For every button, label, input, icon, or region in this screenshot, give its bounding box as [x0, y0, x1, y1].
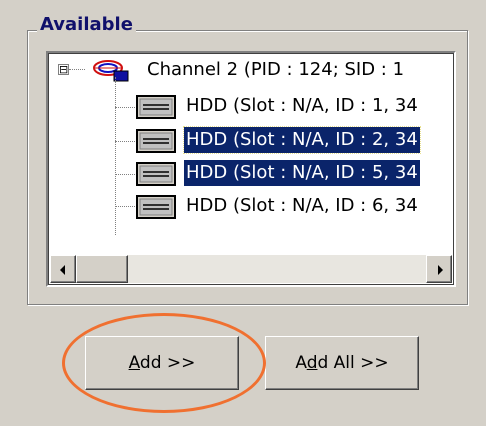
group-title: Available — [37, 14, 136, 36]
arrow-left-icon — [60, 265, 65, 275]
scroll-right-button[interactable] — [426, 255, 452, 283]
tree-item-label: HDD (Slot : N/A, ID : 2, 34 — [183, 126, 421, 154]
add-all-button-label-pre: A — [295, 353, 307, 373]
tree-content: ⊟ Channel 2 (PID : 124; SID : 1 HDD (Slo… — [48, 53, 454, 253]
tree-connector — [115, 141, 135, 142]
add-button[interactable]: Add >> — [85, 336, 239, 390]
hard-drive-icon — [136, 195, 176, 219]
tree-item-label: HDD (Slot : N/A, ID : 1, 34 — [186, 95, 418, 116]
tree-connector — [115, 174, 135, 175]
add-button-accelerator: A — [128, 353, 140, 373]
tree-item-hdd-1[interactable]: HDD (Slot : N/A, ID : 1, 34 — [136, 91, 454, 123]
hard-drive-icon — [136, 129, 176, 153]
channel-tree-view[interactable]: ⊟ Channel 2 (PID : 124; SID : 1 HDD (Slo… — [46, 51, 456, 287]
tree-branch-line — [115, 77, 116, 235]
tree-item-label: HDD (Slot : N/A, ID : 6, 34 — [186, 195, 418, 216]
add-all-button-label: d All >> — [317, 353, 389, 373]
tree-item-hdd-2[interactable]: HDD (Slot : N/A, ID : 2, 34 — [136, 125, 454, 157]
tree-connector — [115, 206, 135, 207]
arrow-right-icon — [438, 265, 443, 275]
tree-connector — [115, 107, 135, 108]
tree-item-hdd-5[interactable]: HDD (Slot : N/A, ID : 5, 34 — [136, 158, 454, 190]
channel-label: Channel 2 (PID : 124; SID : 1 — [147, 59, 405, 80]
tree-item-hdd-6[interactable]: HDD (Slot : N/A, ID : 6, 34 — [136, 191, 454, 223]
add-all-button-accelerator: d — [306, 353, 318, 373]
scrollbar-thumb[interactable] — [76, 255, 128, 283]
hard-drive-icon — [136, 95, 176, 119]
hard-drive-icon — [136, 162, 176, 186]
channel-icon — [93, 60, 129, 82]
collapse-toggle-icon[interactable]: ⊟ — [58, 64, 69, 75]
horizontal-scrollbar[interactable] — [50, 255, 452, 283]
tree-item-label: HDD (Slot : N/A, ID : 5, 34 — [184, 160, 420, 186]
scroll-left-button[interactable] — [50, 255, 76, 283]
add-all-button[interactable]: Add All >> — [265, 336, 419, 390]
dialog-panel: Available ⊟ Channel 2 (PID : 124; SID : … — [0, 0, 486, 426]
tree-connector — [69, 69, 85, 70]
add-button-label: dd >> — [139, 353, 196, 373]
